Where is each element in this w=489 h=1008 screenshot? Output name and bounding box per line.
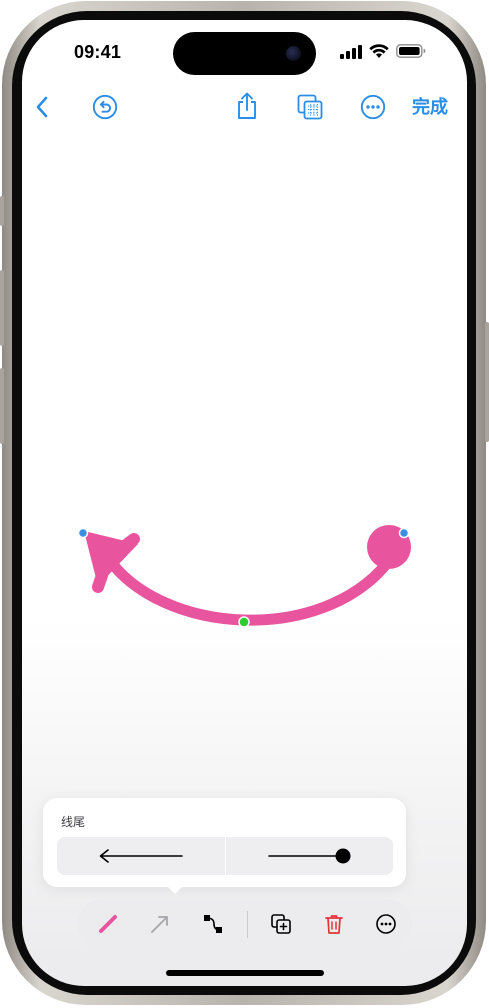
line-dot-option[interactable]: [226, 837, 393, 875]
toolbar-divider: [247, 911, 248, 938]
delete-button[interactable]: [318, 908, 350, 940]
delete-icon: [325, 915, 343, 934]
more-icon: [376, 914, 396, 934]
home-indicator[interactable]: [166, 970, 324, 976]
end-handle[interactable]: [398, 527, 410, 539]
path-edit-button[interactable]: [197, 908, 229, 940]
stroke-color-icon: [99, 915, 117, 933]
line-style-button[interactable]: [144, 908, 176, 940]
arrow-left-icon: [99, 849, 183, 863]
line-end-options: [57, 837, 393, 875]
toolbar-more-button[interactable]: [370, 908, 402, 940]
midpoint-handle[interactable]: [238, 616, 250, 628]
line-end-popover: 线尾: [43, 798, 406, 894]
start-handle[interactable]: [77, 527, 89, 539]
stroke-color-button[interactable]: [92, 908, 124, 940]
action-button: [0, 196, 4, 226]
volume-down-button: [0, 368, 4, 444]
drawing-canvas[interactable]: [22, 20, 467, 780]
line-style-icon: [151, 916, 168, 933]
curved-line[interactable]: [102, 552, 394, 626]
volume-up-button: [0, 270, 4, 346]
popover-caret: [165, 884, 185, 894]
power-button: [485, 322, 489, 442]
duplicate-button[interactable]: [265, 908, 297, 940]
arrow-left-option[interactable]: [57, 837, 225, 875]
popover-title: 线尾: [61, 815, 86, 829]
path-edit-icon: [204, 915, 222, 933]
duplicate-icon: [271, 914, 291, 934]
screen: 09:41 完成 线尾: [22, 20, 467, 986]
shape-toolbar: [77, 899, 412, 949]
line-dot-icon: [268, 848, 351, 864]
